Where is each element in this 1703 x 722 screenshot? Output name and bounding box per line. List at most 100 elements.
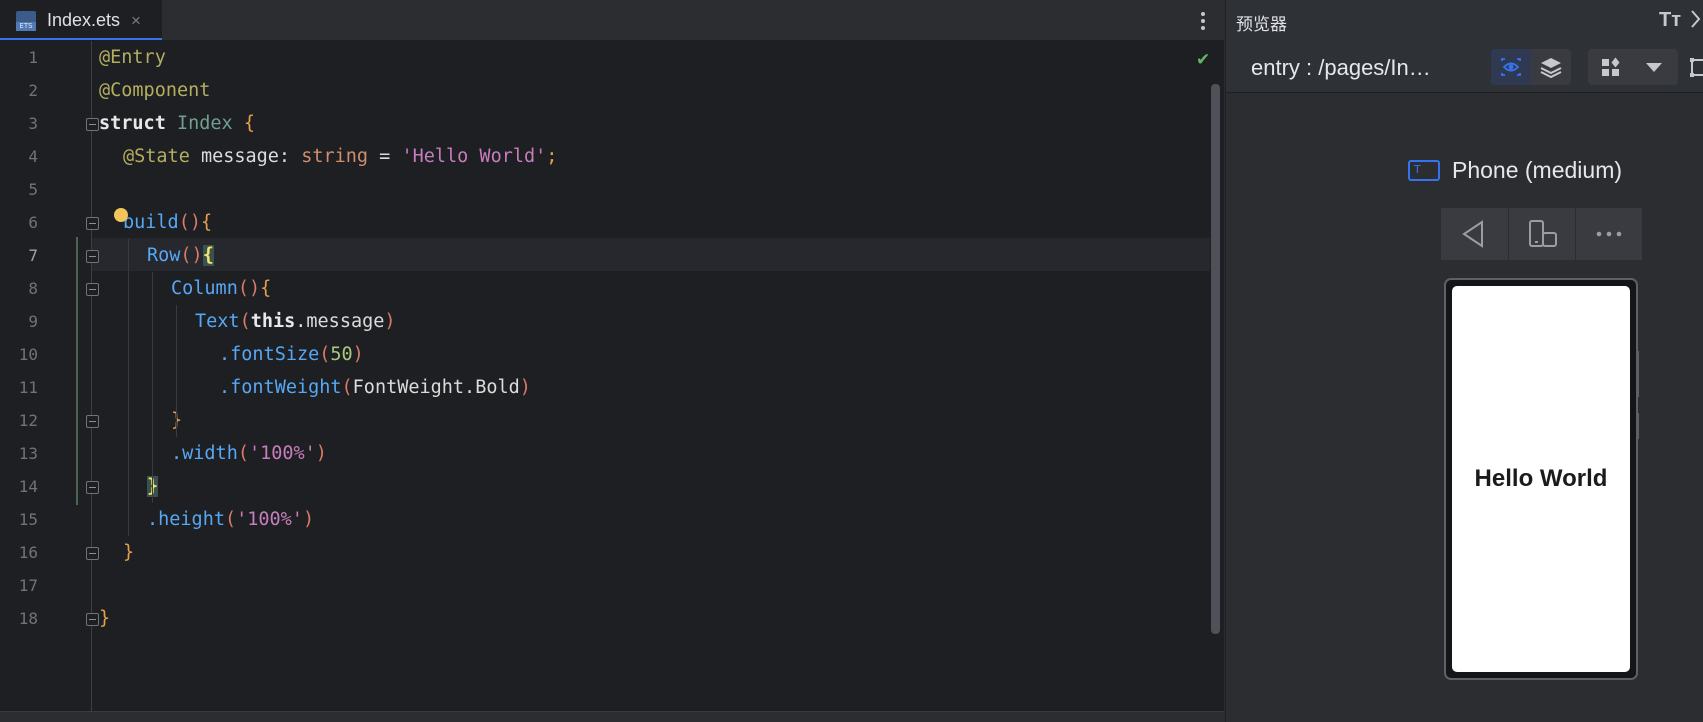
indent-guide [152, 272, 153, 503]
line-number[interactable]: 8 [0, 279, 38, 298]
fold-toggle-icon[interactable] [86, 118, 99, 131]
vcs-change-marker[interactable] [76, 237, 78, 505]
component-group [1588, 49, 1678, 85]
line-number[interactable]: 6 [0, 213, 38, 232]
intention-bulb-icon[interactable] [114, 208, 128, 222]
code-token: build [123, 212, 179, 233]
hello-world-text: Hello World [1474, 465, 1608, 492]
settings-icon[interactable] [1690, 8, 1702, 35]
code-line[interactable]: .height('100%') [147, 503, 314, 536]
fold-toggle-icon[interactable] [86, 217, 99, 230]
line-number[interactable]: 13 [0, 444, 38, 463]
vertical-scrollbar[interactable] [1211, 84, 1220, 634]
code-line[interactable]: @Component [99, 74, 210, 107]
line-number[interactable]: 1 [0, 48, 38, 67]
code-token: .height [147, 509, 225, 530]
code-token: string [301, 146, 369, 167]
code-token: { [202, 245, 214, 266]
line-number[interactable]: 12 [0, 411, 38, 430]
editor-tab-bar: ETS Index.ets × [0, 0, 1224, 41]
code-token: .fontWeight [219, 377, 342, 398]
eye-focus-icon[interactable] [1491, 49, 1531, 85]
line-number[interactable]: 18 [0, 609, 38, 628]
phone-frame: Hello World [1444, 278, 1638, 680]
device-screen[interactable]: Hello World [1452, 286, 1630, 672]
frame-icon[interactable] [1681, 49, 1703, 85]
code-token: Row [147, 245, 181, 266]
preview-canvas: T Phone (medium) Hello World [1226, 93, 1703, 722]
code-token: '100%' [236, 509, 303, 530]
caret-down-icon[interactable] [1634, 49, 1674, 85]
line-number[interactable]: 16 [0, 543, 38, 562]
device-type-icon: T [1408, 160, 1440, 181]
code-line[interactable]: Text(this.message) [195, 305, 396, 338]
no-problems-check-icon[interactable]: ✔ [1196, 50, 1210, 70]
code-line[interactable]: struct Index { [99, 107, 255, 140]
line-number[interactable]: 17 [0, 576, 38, 595]
code-token: () [178, 212, 201, 233]
code-token: { [243, 113, 255, 134]
fold-toggle-icon[interactable] [86, 481, 99, 494]
line-number[interactable]: 11 [0, 378, 38, 397]
code-line[interactable]: @State message: string = 'Hello World'; [123, 140, 557, 173]
code-token: 'Hello World' [401, 146, 547, 167]
line-number[interactable]: 9 [0, 312, 38, 331]
code-token: message: [189, 146, 302, 167]
fold-toggle-icon[interactable] [86, 613, 99, 626]
code-token: ; [546, 146, 558, 167]
code-editor[interactable]: ETS Index.ets × 1 2 3 4 5 6 7 8 9 10 11 12 13 14 15 16 1… [0, 0, 1224, 722]
device-name: Phone (medium) [1452, 157, 1623, 183]
previewer-title: 预览器 [1236, 15, 1287, 35]
rotate-device-icon[interactable] [1508, 208, 1575, 260]
code-token: () [180, 245, 203, 266]
phone-side-button [1636, 351, 1639, 397]
code-token: ) [519, 377, 531, 398]
previewer-toolbar: entry : /pages/In… [1226, 41, 1703, 93]
tab-index-ets[interactable]: ETS Index.ets × [0, 0, 162, 41]
code-line[interactable]: } [123, 536, 134, 569]
fold-toggle-icon[interactable] [86, 250, 99, 263]
fold-toggle-icon[interactable] [86, 283, 99, 296]
code-token: } [99, 608, 111, 629]
component-grid-icon[interactable] [1590, 49, 1630, 85]
ets-file-icon: ETS [16, 10, 36, 31]
code-line[interactable]: } [99, 602, 110, 635]
line-number[interactable]: 3 [0, 114, 38, 133]
code-token: { [200, 212, 213, 233]
previewer-title-bar: 预览器 Tт [1226, 0, 1703, 41]
code-token: = [368, 146, 402, 167]
fold-toggle-icon[interactable] [86, 415, 99, 428]
line-number[interactable]: 14 [0, 477, 38, 496]
line-number[interactable]: 10 [0, 345, 38, 364]
fold-toggle-icon[interactable] [86, 547, 99, 560]
more-vertical-icon[interactable] [1198, 9, 1208, 33]
indent-guide [128, 239, 129, 536]
code-token: struct [99, 113, 166, 134]
page-route-label[interactable]: entry : /pages/In… [1251, 55, 1431, 81]
code-line[interactable]: .width('100%') [171, 437, 327, 470]
device-selector[interactable]: T Phone (medium) [1408, 157, 1622, 184]
line-number[interactable]: 2 [0, 81, 38, 100]
line-number[interactable]: 15 [0, 510, 38, 529]
font-size-icon[interactable]: Tт [1659, 9, 1681, 32]
line-number[interactable]: 7 [0, 246, 38, 265]
more-horizontal-icon[interactable] [1575, 208, 1642, 260]
horizontal-scrollbar[interactable] [0, 711, 1224, 722]
tab-close-icon[interactable]: × [131, 11, 141, 31]
line-number[interactable]: 5 [0, 180, 38, 199]
code-line[interactable]: @Entry [99, 41, 166, 74]
code-token: .fontSize [219, 344, 320, 365]
code-token: ( [239, 311, 251, 332]
code-line[interactable]: Row(){ [147, 239, 214, 272]
layers-icon[interactable] [1531, 49, 1571, 85]
previewer-panel: 预览器 Tт entry : /pages/In… T Phone (mediu… [1225, 0, 1703, 722]
code-token: ) [352, 344, 364, 365]
line-number[interactable]: 4 [0, 147, 38, 166]
code-line[interactable]: Column(){ [171, 272, 271, 305]
code-line[interactable]: .fontSize(50) [219, 338, 364, 371]
code-line[interactable]: build(){ [123, 206, 212, 239]
back-triangle-icon[interactable] [1441, 208, 1508, 260]
code-line[interactable]: .fontWeight(FontWeight.Bold) [219, 371, 531, 404]
